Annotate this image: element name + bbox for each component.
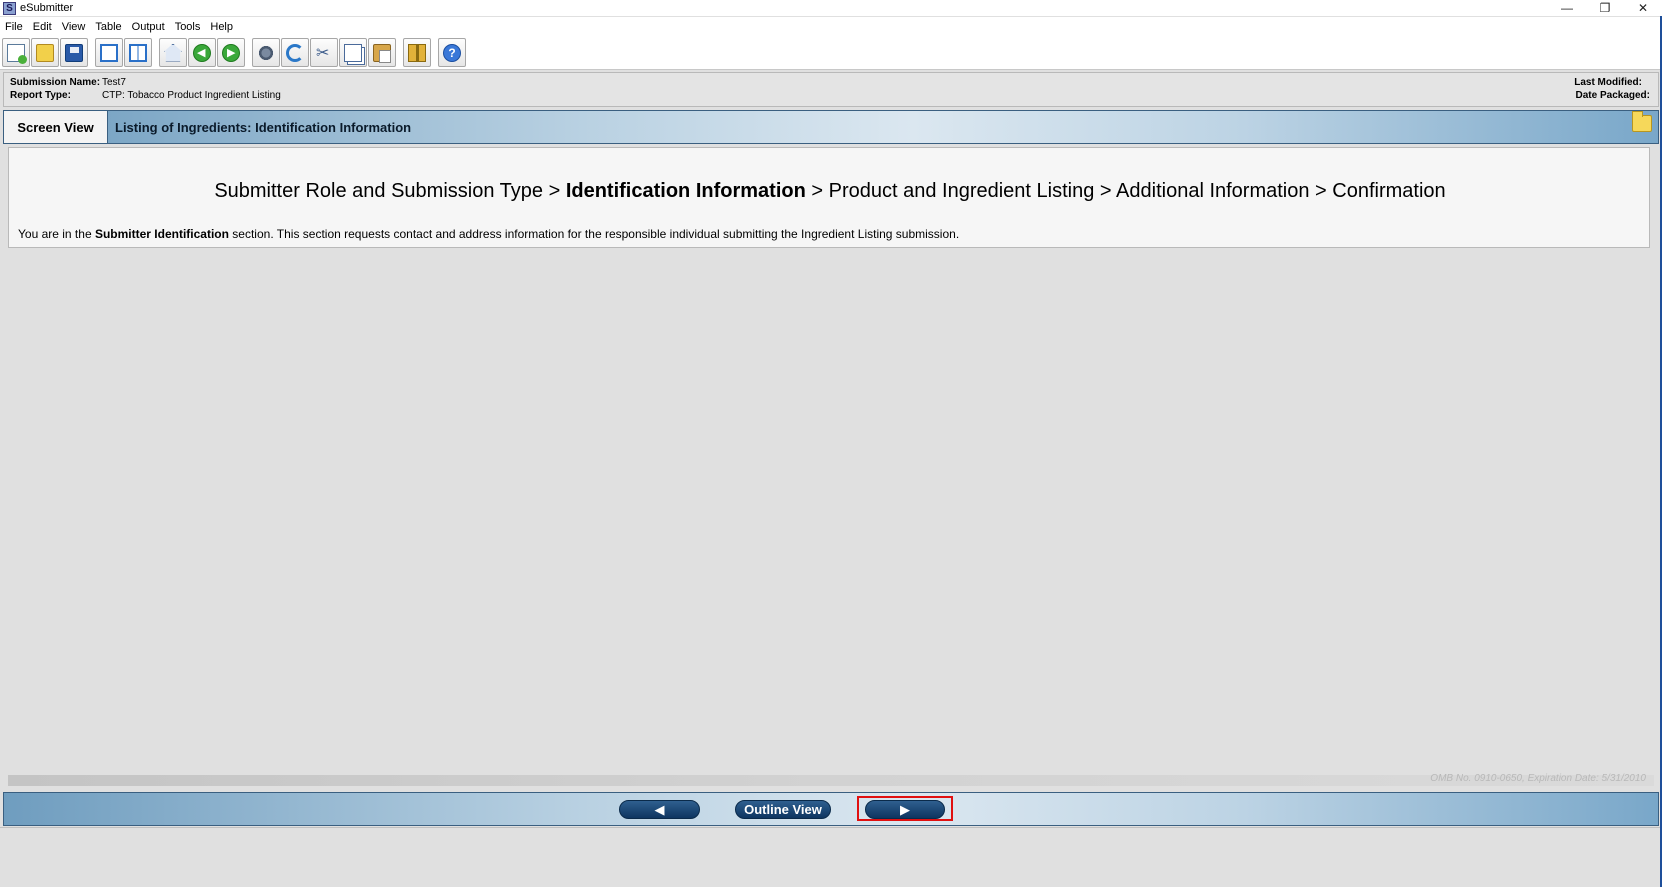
status-bar [0,827,1662,887]
folder-icon[interactable] [1632,111,1652,132]
refresh-button[interactable] [281,38,309,67]
single-window-button[interactable] [95,38,123,67]
new-button[interactable] [2,38,30,67]
menu-tools[interactable]: Tools [175,21,201,33]
paste-icon [373,43,391,63]
submission-name-row: Submission Name: Test7 [10,77,126,88]
cut-icon [315,43,333,63]
restore-button[interactable]: ❐ [1586,0,1624,16]
split-window-button[interactable] [124,38,152,67]
report-type-label: Report Type: [10,90,71,101]
open-folder-icon [36,43,54,62]
page-title: Listing of Ingredients: Identification I… [115,120,412,135]
forward-arrow-icon [222,43,240,62]
breadcrumb-separator: > [1309,180,1333,202]
app-window: S eSubmitter — ❐ ✕ File Edit View Table … [0,0,1662,887]
package-button[interactable] [403,38,431,67]
section-desc-suffix: section. This section requests contact a… [228,227,960,241]
next-button[interactable]: ▶ [865,800,945,819]
submission-name-label: Submission Name: [10,77,101,88]
section-desc-prefix: You are in the [18,227,95,241]
settings-button[interactable] [252,38,280,67]
screen-header: Screen View Listing of Ingredients: Iden… [3,110,1659,144]
breadcrumb-step-confirmation: Confirmation [1332,180,1446,202]
save-icon [65,43,83,62]
last-modified-label: Last Modified: [1574,77,1642,88]
split-window-icon [129,43,147,62]
report-type-row: Report Type: CTP: Tobacco Product Ingred… [10,90,281,101]
content-panel: Submitter Role and Submission Type > Ide… [8,147,1650,248]
breadcrumb-step-listing: Product and Ingredient Listing [828,180,1095,202]
previous-button[interactable]: ◀ [619,800,700,819]
home-icon [164,43,182,62]
back-button[interactable] [188,38,216,67]
app-logo-icon: S [3,1,16,15]
minimize-button[interactable]: — [1548,0,1586,16]
menu-view[interactable]: View [62,21,86,33]
paste-button[interactable] [368,38,396,67]
main-content-area [3,250,1659,773]
refresh-icon [286,43,304,62]
breadcrumb-step-role: Submitter Role and Submission Type [214,180,544,202]
submission-info-panel: Submission Name: Test7 Report Type: CTP:… [3,72,1659,107]
back-arrow-icon [193,43,211,62]
close-button[interactable]: ✕ [1624,0,1662,16]
breadcrumb-separator: > [543,180,566,202]
submission-name-value: Test7 [102,77,126,88]
tab-screen-view[interactable]: Screen View [4,111,108,143]
section-description: You are in the Submitter Identification … [18,227,959,241]
menu-file[interactable]: File [5,21,23,33]
navigation-bar: ◀ Outline View ▶ [3,792,1659,826]
menu-output[interactable]: Output [132,21,165,33]
horizontal-scrollbar[interactable]: OMB No. 0910-0650, Expiration Date: 5/31… [8,773,1654,786]
breadcrumb-separator: > [805,180,829,202]
window-title: eSubmitter [20,2,74,14]
home-button[interactable] [159,38,187,67]
title-bar: S eSubmitter — ❐ ✕ [0,0,1662,16]
help-button[interactable]: ? [438,38,466,67]
menu-bar: File Edit View Table Output Tools Help [0,17,1662,36]
section-name: Submitter Identification [94,227,229,241]
outline-view-button[interactable]: Outline View [735,800,831,819]
open-button[interactable] [31,38,59,67]
window-controls: — ❐ ✕ [1548,0,1662,16]
gears-icon [257,43,275,62]
save-button[interactable] [60,38,88,67]
toolbar: ? [0,36,1662,70]
report-type-value: CTP: Tobacco Product Ingredient Listing [102,90,281,101]
next-button-highlight: ▶ [857,796,953,821]
package-icon [408,43,426,62]
copy-icon [344,43,362,62]
new-document-icon [7,43,27,64]
omb-note: OMB No. 0910-0650, Expiration Date: 5/31… [1430,773,1646,784]
menu-edit[interactable]: Edit [33,21,52,33]
breadcrumb-step-identification: Identification Information [565,180,806,202]
menu-help[interactable]: Help [210,21,233,33]
breadcrumb-separator: > [1094,180,1117,202]
breadcrumb-step-additional: Additional Information [1116,180,1310,202]
help-icon: ? [443,43,461,62]
breadcrumb: Submitter Role and Submission Type > Ide… [9,180,1651,203]
single-window-icon [100,43,118,62]
cut-button[interactable] [310,38,338,67]
date-packaged-label: Date Packaged: [1575,90,1650,101]
copy-button[interactable] [339,38,367,67]
forward-button[interactable] [217,38,245,67]
menu-table[interactable]: Table [95,21,121,33]
